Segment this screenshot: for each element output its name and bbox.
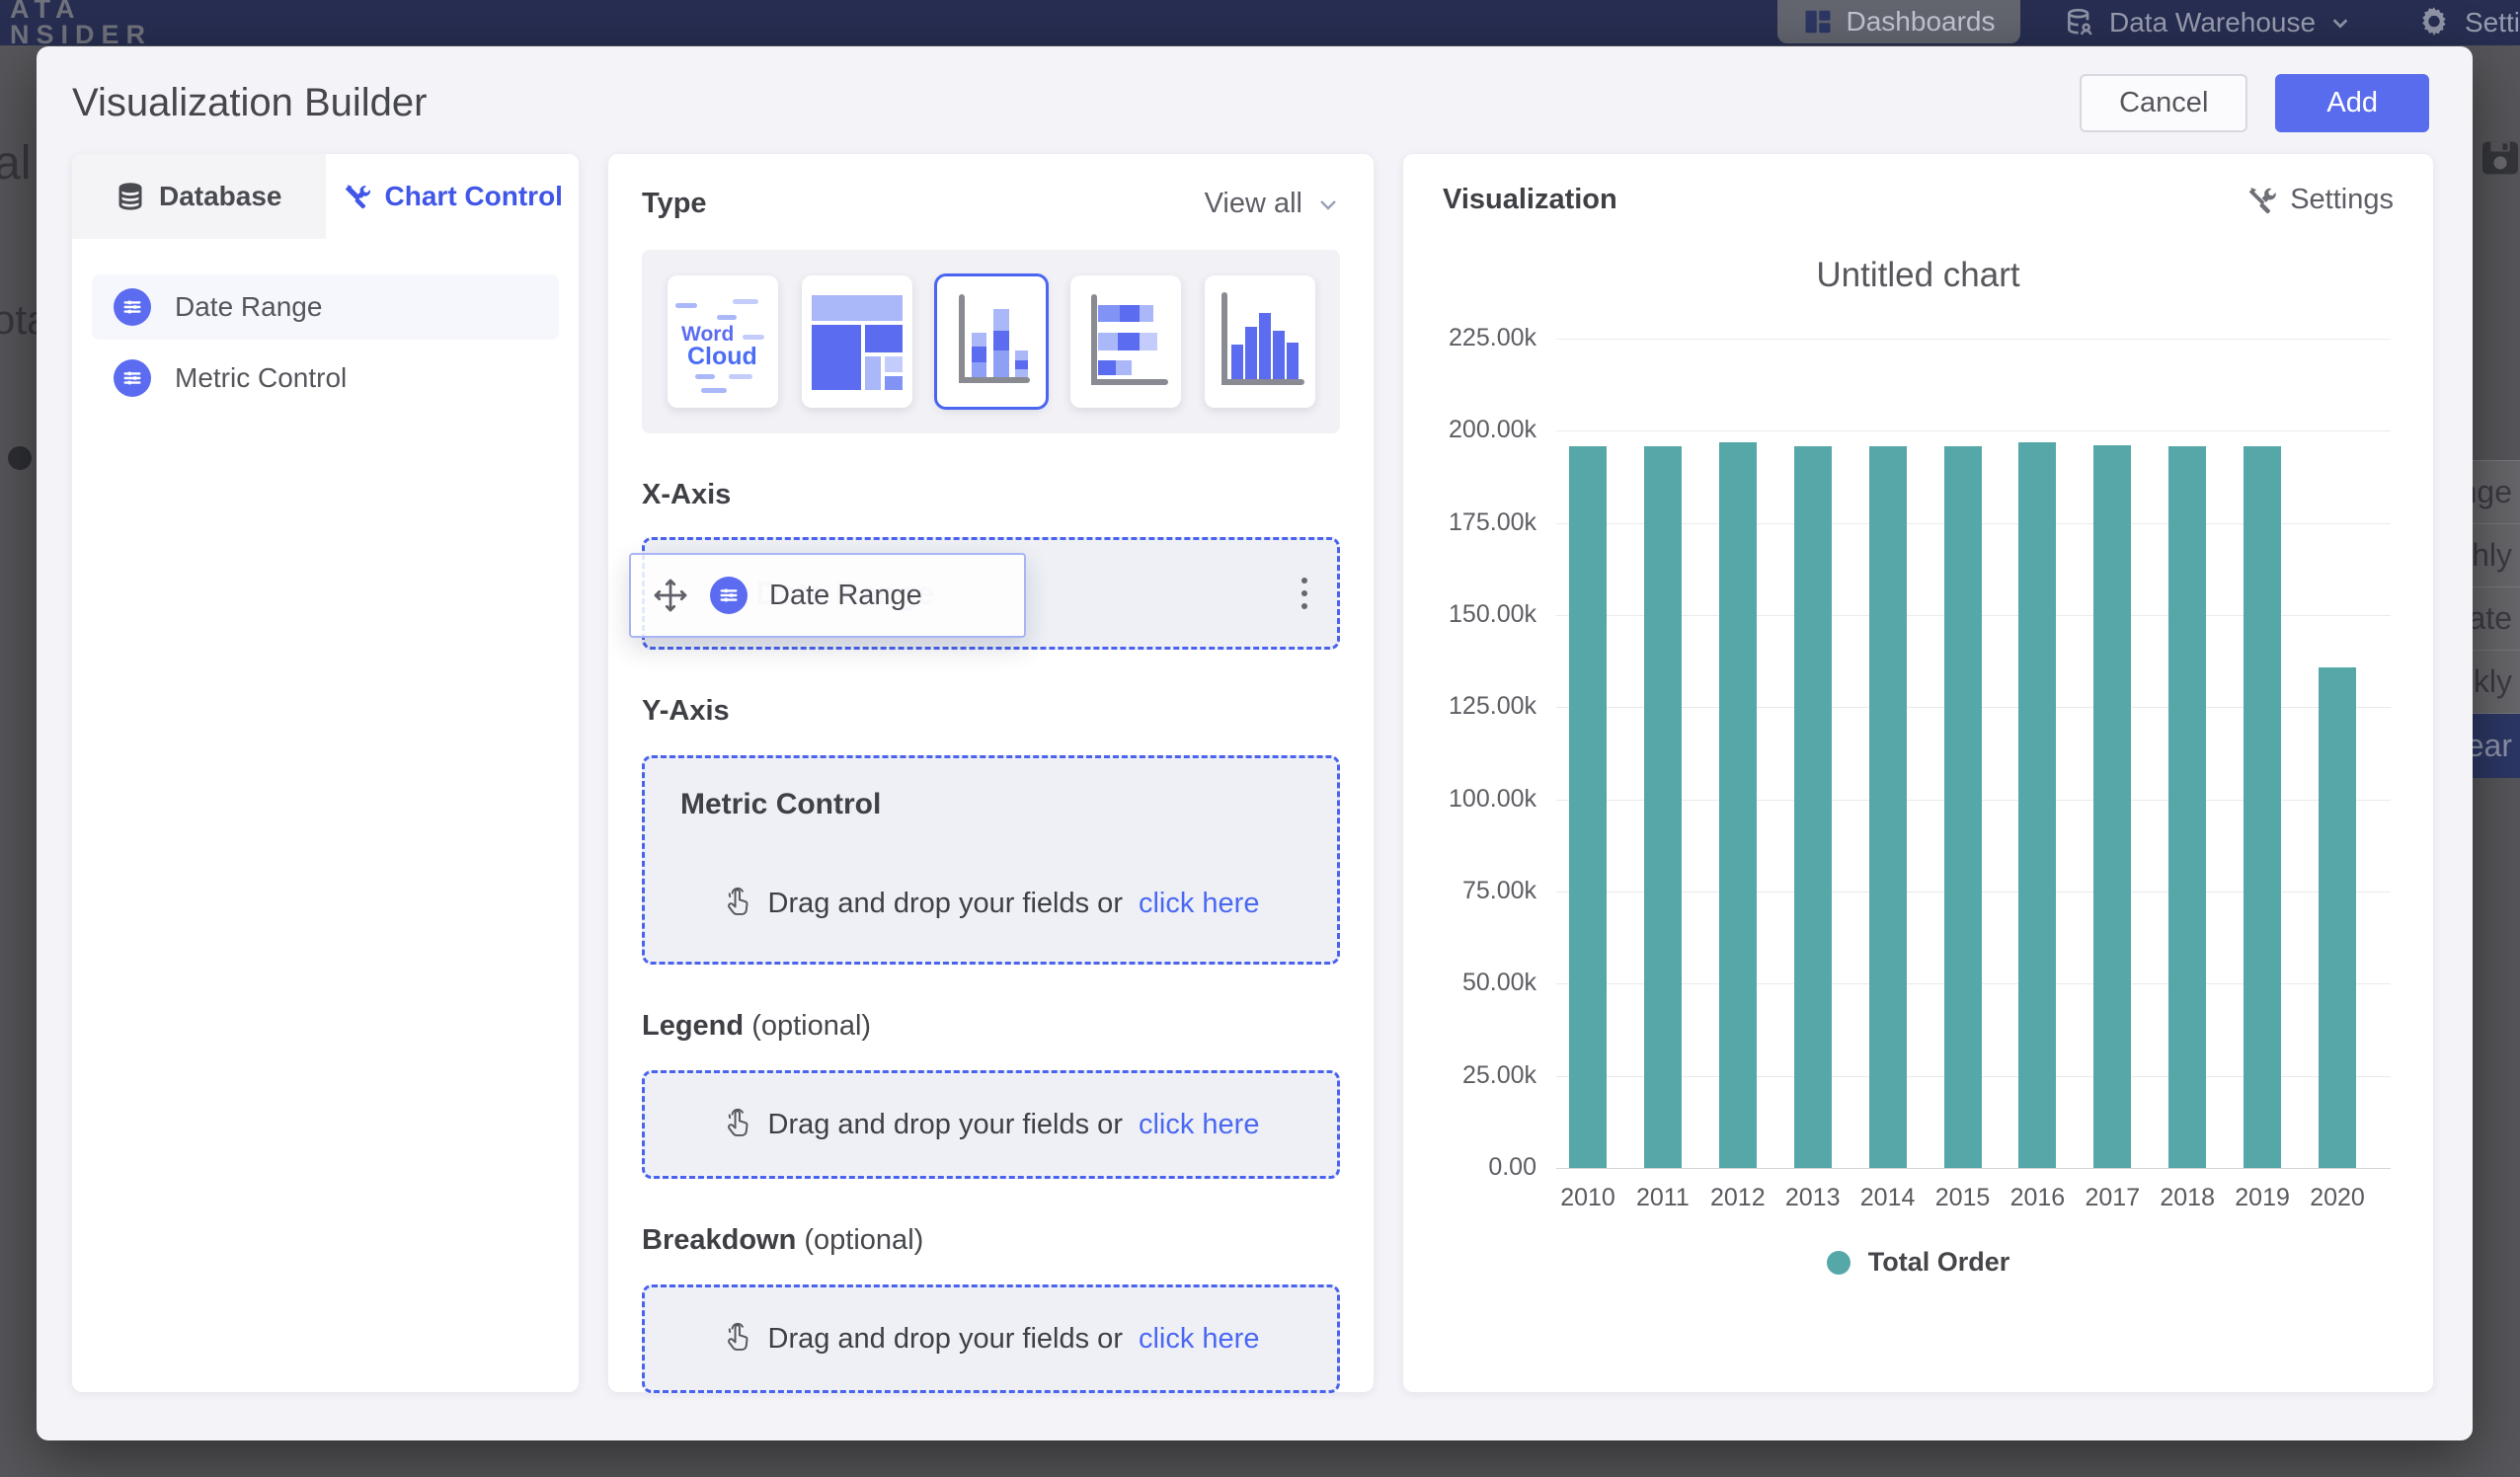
- page: { "nav": { "logo_line1": "ATA", "logo_li…: [0, 0, 2520, 1477]
- chevron-down-icon: [1316, 193, 1340, 216]
- chart-legend: Total Order: [1443, 1247, 2394, 1278]
- nav-data-warehouse[interactable]: Data Warehouse: [2064, 0, 2351, 45]
- view-all-dropdown[interactable]: View all: [1205, 188, 1340, 220]
- y-tick-label: 150.00k: [1423, 600, 1536, 629]
- bar-2011: [1644, 446, 1682, 1168]
- dashboards-grid-icon: [1803, 7, 1833, 37]
- chart-title: Untitled chart: [1443, 256, 2394, 295]
- tap-hand-icon: [723, 887, 752, 920]
- modal-body: Database Chart Control Date Range: [37, 148, 2473, 1392]
- tap-hand-icon: [723, 1322, 752, 1356]
- plot-area: 0.0025.00k50.00k75.00k100.00k125.00k150.…: [1556, 339, 2391, 1168]
- click-here-link[interactable]: click here: [1139, 1323, 1260, 1356]
- visualization-panel: Visualization Settings Untitled chart 0.…: [1403, 154, 2433, 1392]
- breakdown-heading: Breakdown (optional): [642, 1224, 1340, 1257]
- background-text-fragment: al: [0, 136, 31, 191]
- gridline: [1556, 430, 2391, 431]
- y-axis-heading: Y-Axis: [642, 695, 1340, 728]
- bar-2010: [1569, 446, 1607, 1168]
- bar-2013: [1794, 446, 1832, 1168]
- legend-heading: Legend (optional): [642, 1010, 1340, 1043]
- y-tick-label: 225.00k: [1423, 324, 1536, 352]
- warehouse-database-icon: [2064, 7, 2095, 39]
- legend-drop-zone[interactable]: Drag and drop your fields or click here: [642, 1070, 1340, 1179]
- nav-settings[interactable]: Settings: [2417, 0, 2520, 45]
- legend-dot: [1827, 1251, 1851, 1275]
- control-sliders-icon: [710, 577, 748, 614]
- chart-type-selector: Word Cloud: [642, 250, 1340, 433]
- add-button[interactable]: Add: [2275, 74, 2429, 132]
- move-icon: [653, 578, 688, 613]
- modal-header: Visualization Builder Cancel Add: [37, 46, 2473, 148]
- x-axis-heading: X-Axis: [642, 479, 1340, 511]
- y-axis-drop-zone[interactable]: Metric Control Drag and drop your fields…: [642, 755, 1340, 965]
- tools-icon: [342, 182, 371, 211]
- tab-chart-control[interactable]: Chart Control: [326, 154, 580, 239]
- bar-2015: [1944, 446, 1982, 1168]
- database-icon: [116, 182, 145, 211]
- tap-hand-icon: [723, 1108, 752, 1141]
- y-tick-label: 175.00k: [1423, 508, 1536, 537]
- field-date-range[interactable]: Date Range: [92, 274, 559, 340]
- y-tick-label: 0.00: [1423, 1153, 1536, 1182]
- app-logo: ATANSIDER: [10, 0, 152, 47]
- click-here-link[interactable]: click here: [1139, 1109, 1260, 1141]
- kebab-menu-icon[interactable]: [1301, 578, 1307, 609]
- save-icon: [2481, 140, 2520, 176]
- modal-title: Visualization Builder: [72, 81, 2080, 125]
- chevron-down-icon: [2329, 12, 2351, 34]
- x-axis-drop-zone[interactable]: Date Range Date Range: [642, 537, 1340, 650]
- bar-2020: [2319, 667, 2356, 1168]
- tab-database[interactable]: Database: [72, 154, 326, 239]
- nav-dashboards-button[interactable]: Dashboards: [1777, 0, 2020, 43]
- y-axis-zone-title: Metric Control: [680, 788, 881, 821]
- cancel-button[interactable]: Cancel: [2080, 74, 2247, 132]
- background-bullet: [8, 446, 32, 470]
- y-tick-label: 50.00k: [1423, 969, 1536, 997]
- control-sliders-icon: [114, 359, 151, 397]
- field-metric-control[interactable]: Metric Control: [92, 346, 559, 411]
- chart-type-histogram[interactable]: [1205, 275, 1315, 408]
- x-tick-label: 2020: [2293, 1184, 2382, 1212]
- gridline: [1556, 1168, 2391, 1169]
- builder-panel: Type View all Word Cloud: [608, 154, 1374, 1392]
- bar-2018: [2168, 446, 2206, 1168]
- y-tick-label: 200.00k: [1423, 416, 1536, 444]
- chart-type-word-cloud[interactable]: Word Cloud: [668, 275, 778, 408]
- y-tick-label: 125.00k: [1423, 692, 1536, 721]
- visualization-builder-modal: Visualization Builder Cancel Add Databas…: [37, 46, 2473, 1440]
- chart: 0.0025.00k50.00k75.00k100.00k125.00k150.…: [1443, 339, 2394, 1239]
- chart-type-stacked-column[interactable]: [936, 275, 1047, 408]
- field-list: Date Range Metric Control: [72, 274, 579, 411]
- chip-label: Date Range: [769, 580, 922, 612]
- chart-settings-button[interactable]: Settings: [2244, 184, 2394, 216]
- gridline: [1556, 339, 2391, 340]
- chart-type-treemap[interactable]: [802, 275, 912, 408]
- tools-icon: [2244, 185, 2276, 216]
- control-sliders-icon: [114, 288, 151, 326]
- panel-tabs: Database Chart Control: [72, 154, 579, 239]
- fields-panel: Database Chart Control Date Range: [72, 154, 579, 1392]
- chart-type-stacked-bar[interactable]: [1070, 275, 1181, 408]
- top-nav: ATANSIDER Dashboards Data Warehouse Sett…: [0, 0, 2520, 45]
- bar-2012: [1719, 442, 1757, 1168]
- legend-label: Total Order: [1868, 1247, 2010, 1278]
- bar-2017: [2093, 445, 2131, 1169]
- bar-2016: [2018, 442, 2056, 1168]
- click-here-link[interactable]: click here: [1139, 888, 1260, 920]
- svg-text:Cloud: Cloud: [687, 343, 757, 370]
- y-tick-label: 75.00k: [1423, 877, 1536, 905]
- date-range-drag-chip[interactable]: Date Range: [629, 553, 1026, 638]
- visualization-heading: Visualization: [1443, 184, 1617, 216]
- gear-icon: [2417, 6, 2451, 39]
- y-tick-label: 100.00k: [1423, 785, 1536, 814]
- bar-2014: [1869, 446, 1907, 1168]
- breakdown-drop-zone[interactable]: Drag and drop your fields or click here: [642, 1284, 1340, 1393]
- type-heading: Type: [642, 188, 707, 220]
- bar-2019: [2244, 446, 2281, 1168]
- y-tick-label: 25.00k: [1423, 1061, 1536, 1090]
